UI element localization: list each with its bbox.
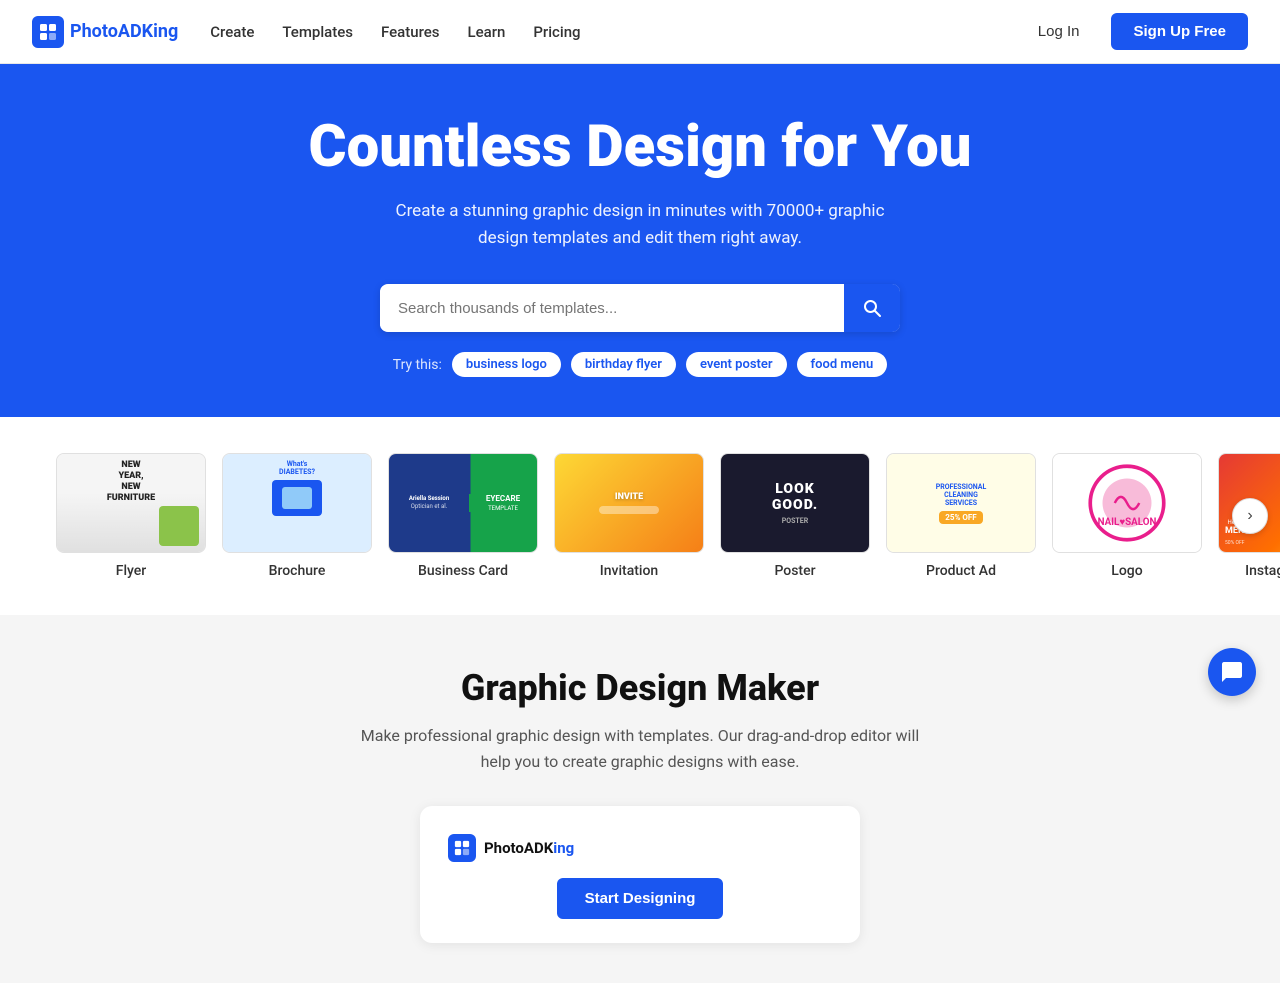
brand-name: PhotoADKing <box>70 21 178 42</box>
gdm-card-brand-name: PhotoADKing <box>484 839 574 857</box>
template-label-business-card: Business Card <box>388 563 538 579</box>
gdm-subtitle: Make professional graphic design with te… <box>40 723 1240 774</box>
nav-templates[interactable]: Templates <box>282 23 353 41</box>
template-card-product-ad[interactable]: PROFESSIONALCLEANINGSERVICES 25% OFF Pro… <box>886 453 1036 579</box>
logo[interactable]: PhotoADKing <box>32 16 178 48</box>
templates-section: NEWYEAR,NEWFURNITURE Flyer What'sDIABETE… <box>0 417 1280 615</box>
template-card-invitation[interactable]: INVITE Invitation <box>554 453 704 579</box>
tag-food-menu[interactable]: food menu <box>797 352 888 377</box>
search-input[interactable] <box>380 286 844 331</box>
template-card-flyer[interactable]: NEWYEAR,NEWFURNITURE Flyer <box>56 453 206 579</box>
hero-section: Countless Design for You Create a stunni… <box>0 64 1280 417</box>
login-button[interactable]: Log In <box>1022 15 1096 48</box>
nav-learn[interactable]: Learn <box>467 23 505 41</box>
svg-text:NAIL♥SALON: NAIL♥SALON <box>1098 517 1157 528</box>
gdm-card-logo-area: PhotoADKing <box>448 834 832 862</box>
template-label-product-ad: Product Ad <box>886 563 1036 579</box>
template-card-poster[interactable]: LOOKGOOD. POSTER Poster <box>720 453 870 579</box>
template-label-invitation: Invitation <box>554 563 704 579</box>
search-button[interactable] <box>844 284 900 332</box>
template-card-business-card[interactable]: Ariella SessionOptician et al. EYECARETE… <box>388 453 538 579</box>
template-label-flyer: Flyer <box>56 563 206 579</box>
template-card-brochure[interactable]: What'sDIABETES? Brochure <box>222 453 372 579</box>
nav-pricing[interactable]: Pricing <box>533 23 580 41</box>
tag-business-logo[interactable]: business logo <box>452 352 561 377</box>
try-this-area: Try this: business logo birthday flyer e… <box>40 352 1240 377</box>
nav-features[interactable]: Features <box>381 23 439 41</box>
gdm-card: PhotoADKing Start Designing <box>420 806 860 943</box>
navbar: PhotoADKing Create Templates Features Le… <box>0 0 1280 64</box>
tag-birthday-flyer[interactable]: birthday flyer <box>571 352 676 377</box>
gdm-title: Graphic Design Maker <box>40 667 1240 709</box>
chat-icon <box>1220 660 1244 684</box>
nav-right: Log In Sign Up Free <box>1022 13 1248 50</box>
hero-title: Countless Design for You <box>40 116 1240 180</box>
gdm-section: Graphic Design Maker Make professional g… <box>0 615 1280 983</box>
nav-create[interactable]: Create <box>210 23 254 41</box>
start-designing-button[interactable]: Start Designing <box>557 878 724 919</box>
template-label-brochure: Brochure <box>222 563 372 579</box>
templates-row: NEWYEAR,NEWFURNITURE Flyer What'sDIABETE… <box>0 437 1280 595</box>
chat-button[interactable] <box>1208 648 1256 696</box>
hero-subtitle: Create a stunning graphic design in minu… <box>40 198 1240 252</box>
gdm-card-logo-icon <box>448 834 476 862</box>
try-label: Try this: <box>393 357 442 373</box>
template-card-logo[interactable]: NAIL♥SALON Logo <box>1052 453 1202 579</box>
nav-links: Create Templates Features Learn Pricing <box>210 23 1022 41</box>
logo-icon <box>32 16 64 48</box>
template-label-poster: Poster <box>720 563 870 579</box>
signup-button[interactable]: Sign Up Free <box>1111 13 1248 50</box>
template-label-instagram-post: Instagram Post <box>1218 563 1280 579</box>
tag-event-poster[interactable]: event poster <box>686 352 787 377</box>
search-bar <box>380 284 900 332</box>
template-label-logo: Logo <box>1052 563 1202 579</box>
search-icon <box>862 298 882 318</box>
next-button[interactable]: › <box>1232 498 1268 534</box>
